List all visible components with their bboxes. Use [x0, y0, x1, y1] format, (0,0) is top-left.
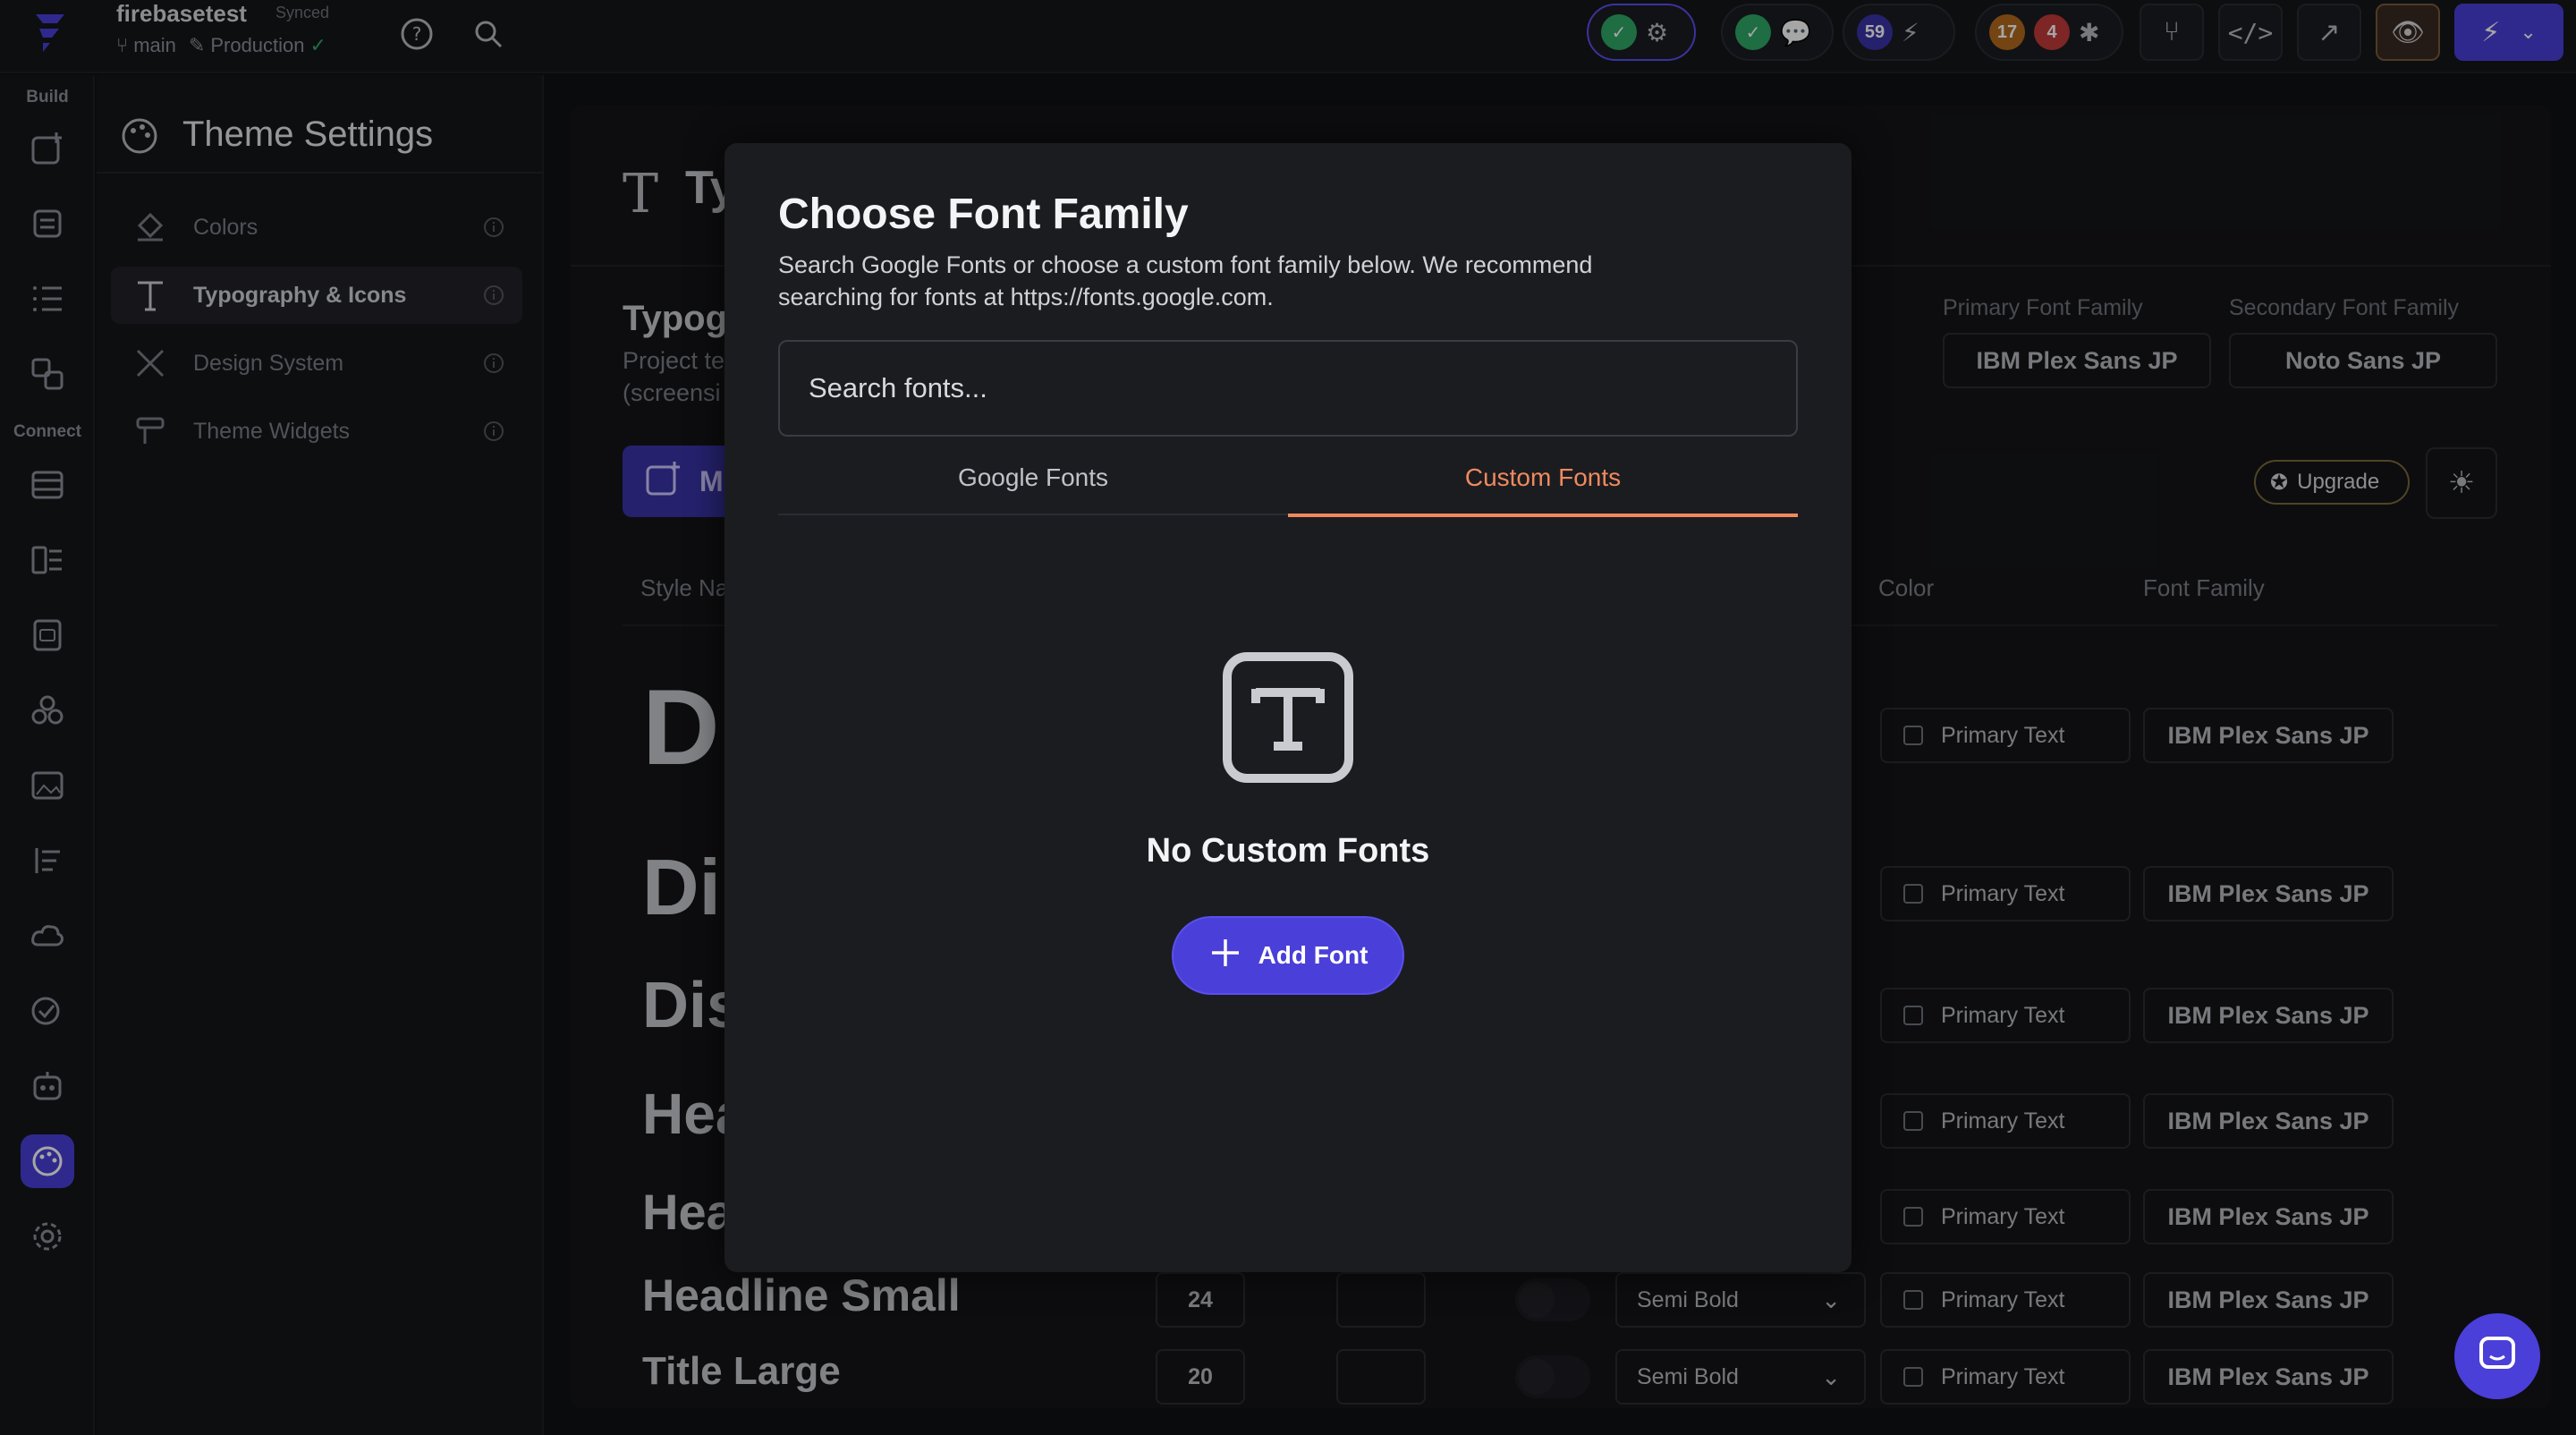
dialog-description: Search Google Fonts or choose a custom f…: [778, 251, 1593, 310]
text-font-icon: [1222, 651, 1354, 784]
tab-custom-fonts[interactable]: Custom Fonts: [1288, 449, 1798, 517]
dialog-title: Choose Font Family: [778, 191, 1189, 238]
plus-icon: [1208, 936, 1242, 976]
tab-google-fonts[interactable]: Google Fonts: [778, 449, 1288, 515]
font-search-input[interactable]: [778, 340, 1798, 437]
empty-state-title: No Custom Fonts: [1146, 832, 1430, 870]
add-font-button[interactable]: Add Font: [1172, 916, 1404, 995]
choose-font-family-dialog: Choose Font Family Search Google Fonts o…: [724, 143, 1852, 1272]
chat-bubble-icon: [2476, 1333, 2519, 1380]
support-chat-button[interactable]: [2454, 1313, 2540, 1399]
add-font-label: Add Font: [1258, 941, 1368, 969]
